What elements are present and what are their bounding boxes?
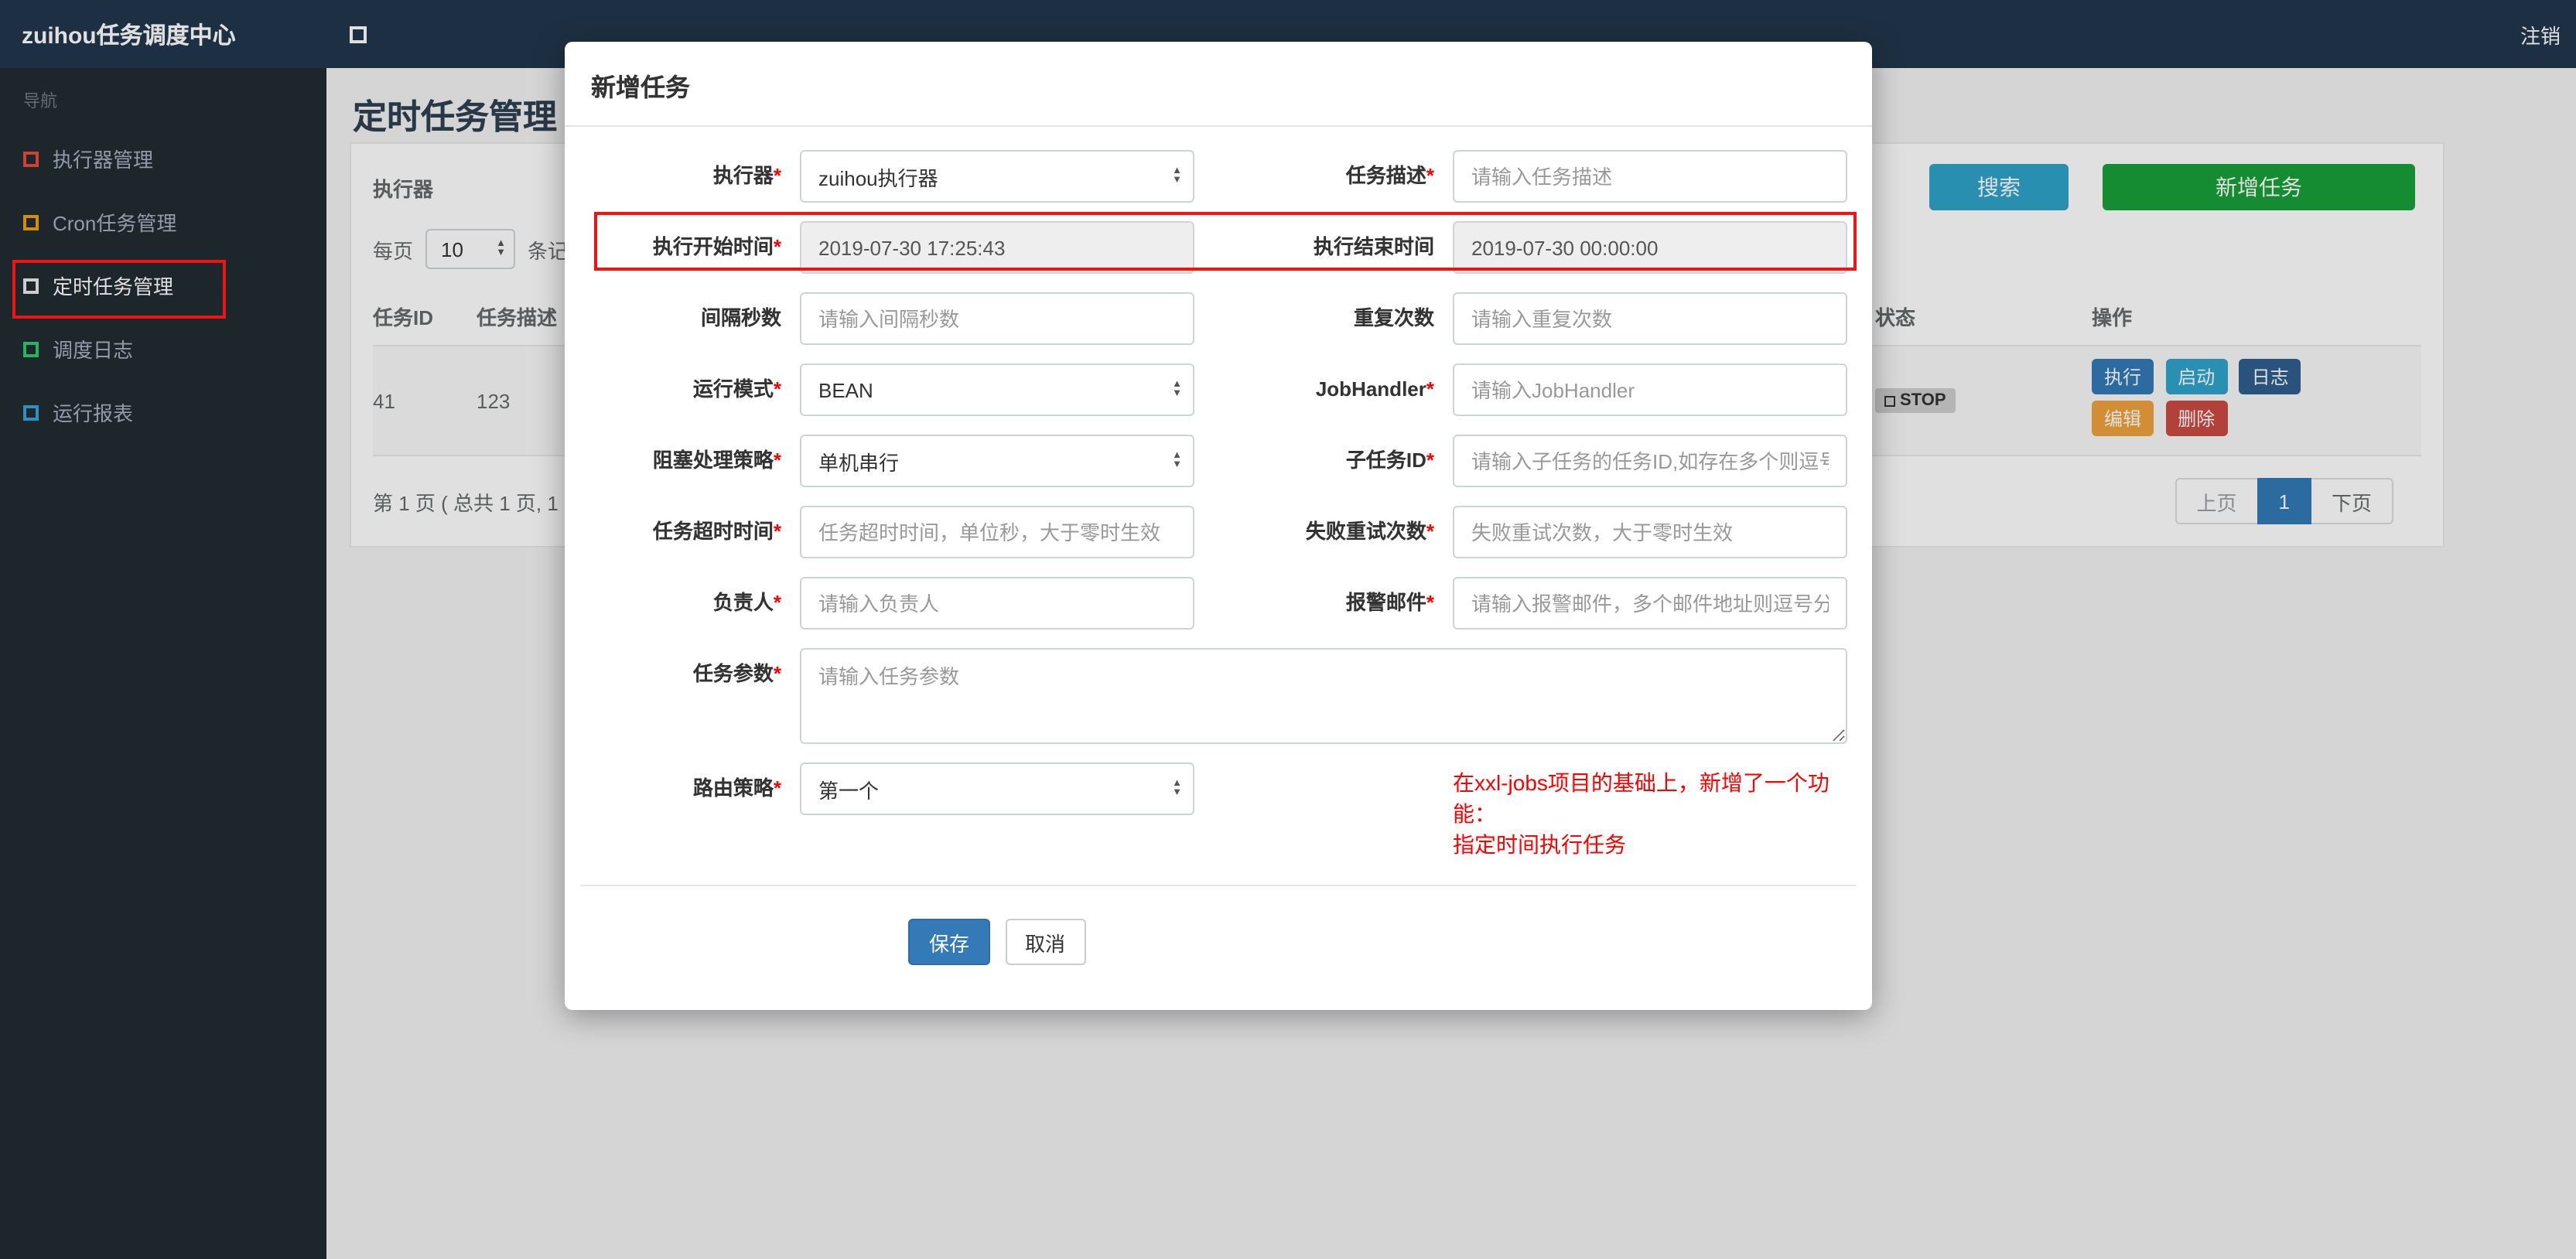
child-job-id-label: 子任务ID* — [1345, 449, 1434, 472]
job-desc-label: 任务描述* — [1345, 164, 1434, 187]
feature-note: 在xxl-jobs项目的基础上，新增了一个功能： 指定时间执行任务 — [1218, 763, 1871, 860]
executor-select-value: zuihou执行器 — [818, 166, 938, 189]
child-job-id-input[interactable] — [1453, 435, 1847, 487]
feature-note-line1: 在xxl-jobs项目的基础上，新增了一个功能： — [1453, 770, 1830, 826]
modal-title: 新增任务 — [565, 42, 1872, 127]
route-strategy-select[interactable]: 第一个 ▲ ▼ — [800, 763, 1194, 815]
save-button[interactable]: 保存 — [908, 919, 989, 965]
fail-retry-label: 失败重试次数* — [1305, 520, 1434, 543]
block-strategy-select-value: 单机串行 — [818, 451, 900, 474]
route-strategy-label: 路由策略* — [692, 776, 781, 800]
fail-retry-input[interactable] — [1453, 506, 1847, 558]
block-strategy-select[interactable]: 单机串行 ▲ ▼ — [800, 435, 1194, 487]
modal-body: 执行器* zuihou执行器 ▲▼ 任务描述* 执行开始时间* 执 — [565, 127, 1872, 886]
run-mode-label: 运行模式* — [692, 377, 781, 401]
route-strategy-select-value: 第一个 — [818, 779, 880, 802]
end-time-input[interactable] — [1453, 221, 1847, 274]
owner-input[interactable] — [800, 577, 1194, 630]
select-arrows-icon: ▲ ▼ — [1172, 165, 1182, 186]
executor-label: 执行器* — [712, 164, 781, 187]
executor-select[interactable]: zuihou执行器 ▲ ▼ — [800, 150, 1194, 203]
modal-footer: 保存 取消 — [565, 886, 1872, 1010]
add-task-modal: 新增任务 执行器* zuihou执行器 ▲▼ 任务描述* 执行开始时间* — [565, 42, 1872, 1010]
run-mode-select[interactable]: BEAN ▲ ▼ — [800, 363, 1194, 416]
app-root: zuihou任务调度中心 注销 导航 执行器管理 Cron任务管理 定时任务管理… — [0, 0, 2576, 1259]
owner-label: 负责人* — [712, 591, 781, 614]
start-time-label: 执行开始时间* — [652, 235, 781, 258]
start-time-input[interactable] — [800, 221, 1194, 274]
repeat-count-input[interactable] — [1453, 292, 1847, 345]
job-param-textarea[interactable] — [800, 648, 1847, 744]
repeat-count-label: 重复次数 — [1353, 306, 1434, 329]
job-handler-input[interactable] — [1453, 363, 1847, 416]
alarm-email-label: 报警邮件* — [1345, 591, 1434, 614]
job-desc-input[interactable] — [1453, 150, 1847, 203]
interval-input[interactable] — [800, 292, 1194, 345]
block-strategy-label: 阻塞处理策略* — [652, 449, 781, 472]
alarm-email-input[interactable] — [1453, 577, 1847, 630]
select-arrows-icon: ▲ ▼ — [1172, 379, 1182, 399]
timeout-input[interactable] — [800, 506, 1194, 558]
job-handler-label: JobHandler* — [1315, 377, 1434, 401]
run-mode-select-value: BEAN — [818, 378, 873, 401]
job-param-label: 任务参数* — [692, 662, 781, 685]
select-arrows-icon: ▲ ▼ — [1172, 450, 1182, 470]
cancel-button[interactable]: 取消 — [1005, 919, 1086, 965]
timeout-label: 任务超时时间* — [652, 520, 781, 543]
select-arrows-icon: ▲ ▼ — [1172, 778, 1182, 798]
feature-note-line2: 指定时间执行任务 — [1453, 832, 1626, 857]
end-time-label: 执行结束时间 — [1313, 235, 1434, 258]
interval-label: 间隔秒数 — [700, 306, 781, 329]
